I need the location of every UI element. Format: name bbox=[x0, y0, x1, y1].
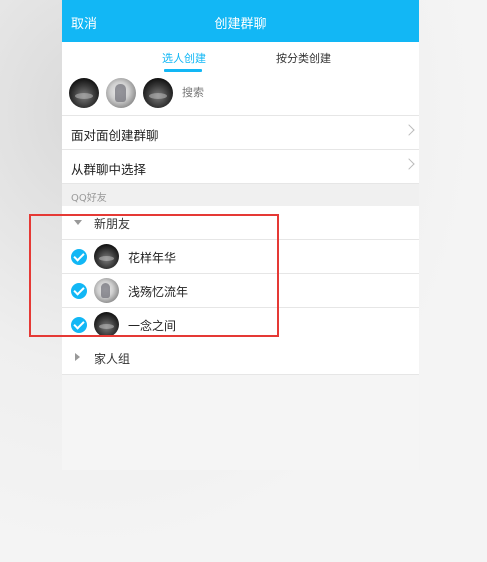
chevron-right-icon bbox=[403, 124, 415, 136]
group-family[interactable]: 家人组 bbox=[62, 341, 419, 375]
checked-icon[interactable] bbox=[71, 317, 87, 333]
avatar bbox=[94, 244, 119, 269]
chevron-right-icon bbox=[403, 158, 415, 170]
selected-avatar[interactable] bbox=[143, 78, 173, 108]
caret-right-icon bbox=[75, 353, 80, 361]
menu-item-label: 面对面创建群聊 bbox=[71, 128, 159, 143]
selected-members-bar bbox=[62, 72, 419, 116]
group-new-friends[interactable]: 新朋友 bbox=[62, 206, 419, 240]
menu-item-label: 从群聊中选择 bbox=[71, 162, 147, 177]
selected-avatar[interactable] bbox=[106, 78, 136, 108]
friend-row[interactable]: 浅殇忆流年 bbox=[62, 274, 419, 308]
phone-screen: 取消 创建群聊 选人创建 按分类创建 面对面创建群聊 从群聊中选择 QQ好友 新… bbox=[62, 0, 419, 470]
section-title: QQ好友 bbox=[71, 193, 107, 204]
tab-by-category[interactable]: 按分类创建 bbox=[276, 50, 331, 66]
avatar bbox=[94, 312, 119, 337]
section-header: QQ好友 bbox=[62, 184, 419, 206]
menu-from-group-chat[interactable]: 从群聊中选择 bbox=[62, 150, 419, 184]
tab-bar: 选人创建 按分类创建 bbox=[62, 42, 419, 73]
group-label: 新朋友 bbox=[94, 217, 131, 231]
menu-face-to-face[interactable]: 面对面创建群聊 bbox=[62, 116, 419, 150]
caret-down-icon bbox=[74, 220, 82, 225]
tab-select-people[interactable]: 选人创建 bbox=[162, 50, 206, 66]
friend-name: 一念之间 bbox=[128, 319, 177, 333]
checked-icon[interactable] bbox=[71, 249, 87, 265]
search-input[interactable] bbox=[180, 85, 304, 100]
checked-icon[interactable] bbox=[71, 283, 87, 299]
selected-avatar[interactable] bbox=[69, 78, 99, 108]
avatar bbox=[94, 278, 119, 303]
group-label: 家人组 bbox=[94, 352, 131, 366]
friend-row[interactable]: 花样年华 bbox=[62, 240, 419, 274]
friend-row[interactable]: 一念之间 bbox=[62, 308, 419, 342]
friend-name: 花样年华 bbox=[128, 251, 177, 265]
page-title: 创建群聊 bbox=[214, 17, 267, 32]
top-bar: 取消 创建群聊 bbox=[62, 0, 419, 42]
friend-name: 浅殇忆流年 bbox=[128, 285, 189, 299]
